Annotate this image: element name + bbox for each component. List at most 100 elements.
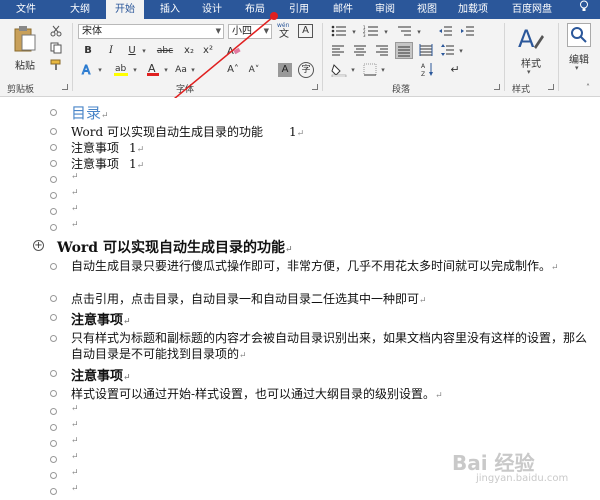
superscript-button[interactable]: x² xyxy=(201,44,215,58)
decrease-indent-icon[interactable] xyxy=(438,25,454,39)
outline-bullet-icon[interactable] xyxy=(50,208,57,215)
chevron-down-icon[interactable]: ▾ xyxy=(349,63,357,77)
bullets-icon[interactable] xyxy=(330,25,348,39)
outline-bullet-icon[interactable] xyxy=(50,144,57,151)
tab-references[interactable]: 引用 xyxy=(281,0,317,19)
outline-bullet-icon[interactable] xyxy=(50,109,57,116)
chevron-down-icon[interactable]: ▾ xyxy=(457,44,465,58)
outline-bullet-icon[interactable] xyxy=(50,335,57,342)
chevron-down-icon[interactable]: ▾ xyxy=(350,25,358,39)
phonetic-guide-icon[interactable]: wén 文 xyxy=(276,22,294,40)
increase-indent-icon[interactable] xyxy=(460,25,476,39)
outline-bullet-icon[interactable] xyxy=(50,472,57,479)
body-text[interactable]: 只有样式为标题和副标题的内容才会被自动目录识别出来，如果文档内容里没有这样的设置… xyxy=(71,330,587,364)
body-text[interactable]: 自动生成目录只要进行傻瓜式操作即可，非常方便，几乎不用花太多时间就可以完成制作。… xyxy=(71,258,587,276)
outline-bullet-icon[interactable] xyxy=(50,408,57,415)
align-left-icon[interactable] xyxy=(330,44,346,58)
outline-bullet-icon[interactable] xyxy=(50,128,57,135)
toc-entry[interactable]: Word 可以实现自动生成目录的功能 1↵ xyxy=(71,123,304,140)
outline-bullet-icon[interactable] xyxy=(50,160,57,167)
outline-bullet-icon[interactable] xyxy=(50,390,57,397)
chevron-down-icon[interactable]: ▾ xyxy=(162,63,170,77)
styles-button[interactable]: A 样式 ▾ xyxy=(510,23,552,79)
outline-bullet-icon[interactable] xyxy=(50,488,57,495)
char-scale-icon[interactable]: Aa xyxy=(174,63,188,77)
sort-icon[interactable]: AZ xyxy=(420,62,436,78)
tab-baidu-netdisk[interactable]: 百度网盘 xyxy=(502,0,562,19)
lightbulb-icon[interactable] xyxy=(574,0,594,19)
enclose-char-button[interactable]: 字 xyxy=(298,62,314,78)
tab-addins[interactable]: 加载项 xyxy=(451,0,495,19)
numbering-icon[interactable]: 123 xyxy=(362,25,380,39)
outline-bullet-icon[interactable] xyxy=(50,263,57,270)
expand-plus-icon[interactable]: + xyxy=(33,240,44,251)
font-name-combo[interactable]: 宋体 ▼ xyxy=(78,24,224,39)
text-effects-icon[interactable]: A xyxy=(80,63,96,78)
heading-notes[interactable]: 注意事项↵ xyxy=(71,309,131,328)
align-right-icon[interactable] xyxy=(374,44,390,58)
outline-bullet-icon[interactable] xyxy=(50,176,57,183)
cut-icon[interactable] xyxy=(49,25,63,39)
bold-button[interactable]: B xyxy=(81,44,95,58)
chevron-down-icon[interactable]: ▾ xyxy=(140,44,148,58)
clear-format-icon[interactable]: A xyxy=(226,44,242,58)
chevron-down-icon[interactable]: ▾ xyxy=(379,63,387,77)
tab-file[interactable]: 文件 xyxy=(8,0,44,19)
tab-insert[interactable]: 插入 xyxy=(152,0,188,19)
align-center-icon[interactable] xyxy=(352,44,368,58)
chevron-down-icon[interactable]: ▾ xyxy=(382,25,390,39)
tab-mailings[interactable]: 邮件 xyxy=(325,0,361,19)
show-marks-icon[interactable]: ↵ xyxy=(448,63,462,77)
strikethrough-button[interactable]: abc xyxy=(154,44,176,58)
format-painter-icon[interactable] xyxy=(49,59,63,73)
tab-view[interactable]: 视图 xyxy=(409,0,445,19)
paragraph-launcher-icon[interactable] xyxy=(494,84,500,90)
char-shading-button[interactable]: A xyxy=(278,63,292,77)
multilevel-list-icon[interactable] xyxy=(396,25,414,39)
paste-button[interactable]: 粘贴 xyxy=(8,23,42,75)
chevron-down-icon[interactable]: ▾ xyxy=(96,63,104,77)
highlight-color-icon[interactable]: ab xyxy=(112,62,130,76)
outline-bullet-icon[interactable] xyxy=(50,456,57,463)
chevron-down-icon[interactable]: ▾ xyxy=(189,63,197,77)
grow-font-button[interactable]: A˄ xyxy=(225,63,241,77)
chevron-down-icon[interactable]: ▾ xyxy=(415,25,423,39)
justify-icon[interactable] xyxy=(395,42,413,59)
clipboard-launcher-icon[interactable] xyxy=(62,84,68,90)
outline-bullet-icon[interactable] xyxy=(50,224,57,231)
body-text[interactable]: 样式设置可以通过开始-样式设置，也可以通过大纲目录的级别设置。↵ xyxy=(71,385,443,402)
borders-icon[interactable] xyxy=(362,63,378,77)
outline-bullet-icon[interactable] xyxy=(50,192,57,199)
toc-title[interactable]: 目录↵ xyxy=(71,102,109,123)
collapse-ribbon-icon[interactable]: ˄ xyxy=(586,83,590,92)
tab-design[interactable]: 设计 xyxy=(193,0,231,19)
styles-launcher-icon[interactable] xyxy=(548,84,554,90)
tab-layout[interactable]: 布局 xyxy=(237,0,273,19)
tab-outline[interactable]: 大纲 xyxy=(62,0,98,19)
outline-bullet-icon[interactable] xyxy=(50,424,57,431)
char-border-icon[interactable]: A xyxy=(298,24,313,38)
outline-bullet-icon[interactable] xyxy=(50,370,57,377)
subscript-button[interactable]: x₂ xyxy=(182,44,196,58)
edit-button[interactable]: 编辑 ▾ xyxy=(562,23,596,79)
toc-entry[interactable]: 注意事项 1↵ xyxy=(71,139,144,156)
tab-home[interactable]: 开始 xyxy=(106,0,144,19)
font-size-combo[interactable]: 小四 ▼ xyxy=(228,24,272,39)
toc-entry[interactable]: 注意事项 1↵ xyxy=(71,155,144,172)
italic-button[interactable]: I xyxy=(104,44,118,58)
underline-button[interactable]: U xyxy=(125,44,139,58)
line-spacing-icon[interactable] xyxy=(440,44,456,58)
tab-review[interactable]: 审阅 xyxy=(367,0,403,19)
copy-icon[interactable] xyxy=(49,42,63,56)
font-color-icon[interactable]: A xyxy=(145,62,161,76)
heading-main[interactable]: Word 可以实现自动生成目录的功能↵ xyxy=(57,237,293,257)
body-text[interactable]: 点击引用，点击目录，自动目录一和自动目录二任选其中一种即可↵ xyxy=(71,290,427,307)
outline-bullet-icon[interactable] xyxy=(50,295,57,302)
outline-bullet-icon[interactable] xyxy=(50,440,57,447)
shrink-font-button[interactable]: A˅ xyxy=(246,63,262,77)
outline-bullet-icon[interactable] xyxy=(50,314,57,321)
shading-icon[interactable] xyxy=(330,63,348,78)
distributed-icon[interactable] xyxy=(418,44,434,58)
font-launcher-icon[interactable] xyxy=(312,84,318,90)
chevron-down-icon[interactable]: ▾ xyxy=(131,63,139,77)
